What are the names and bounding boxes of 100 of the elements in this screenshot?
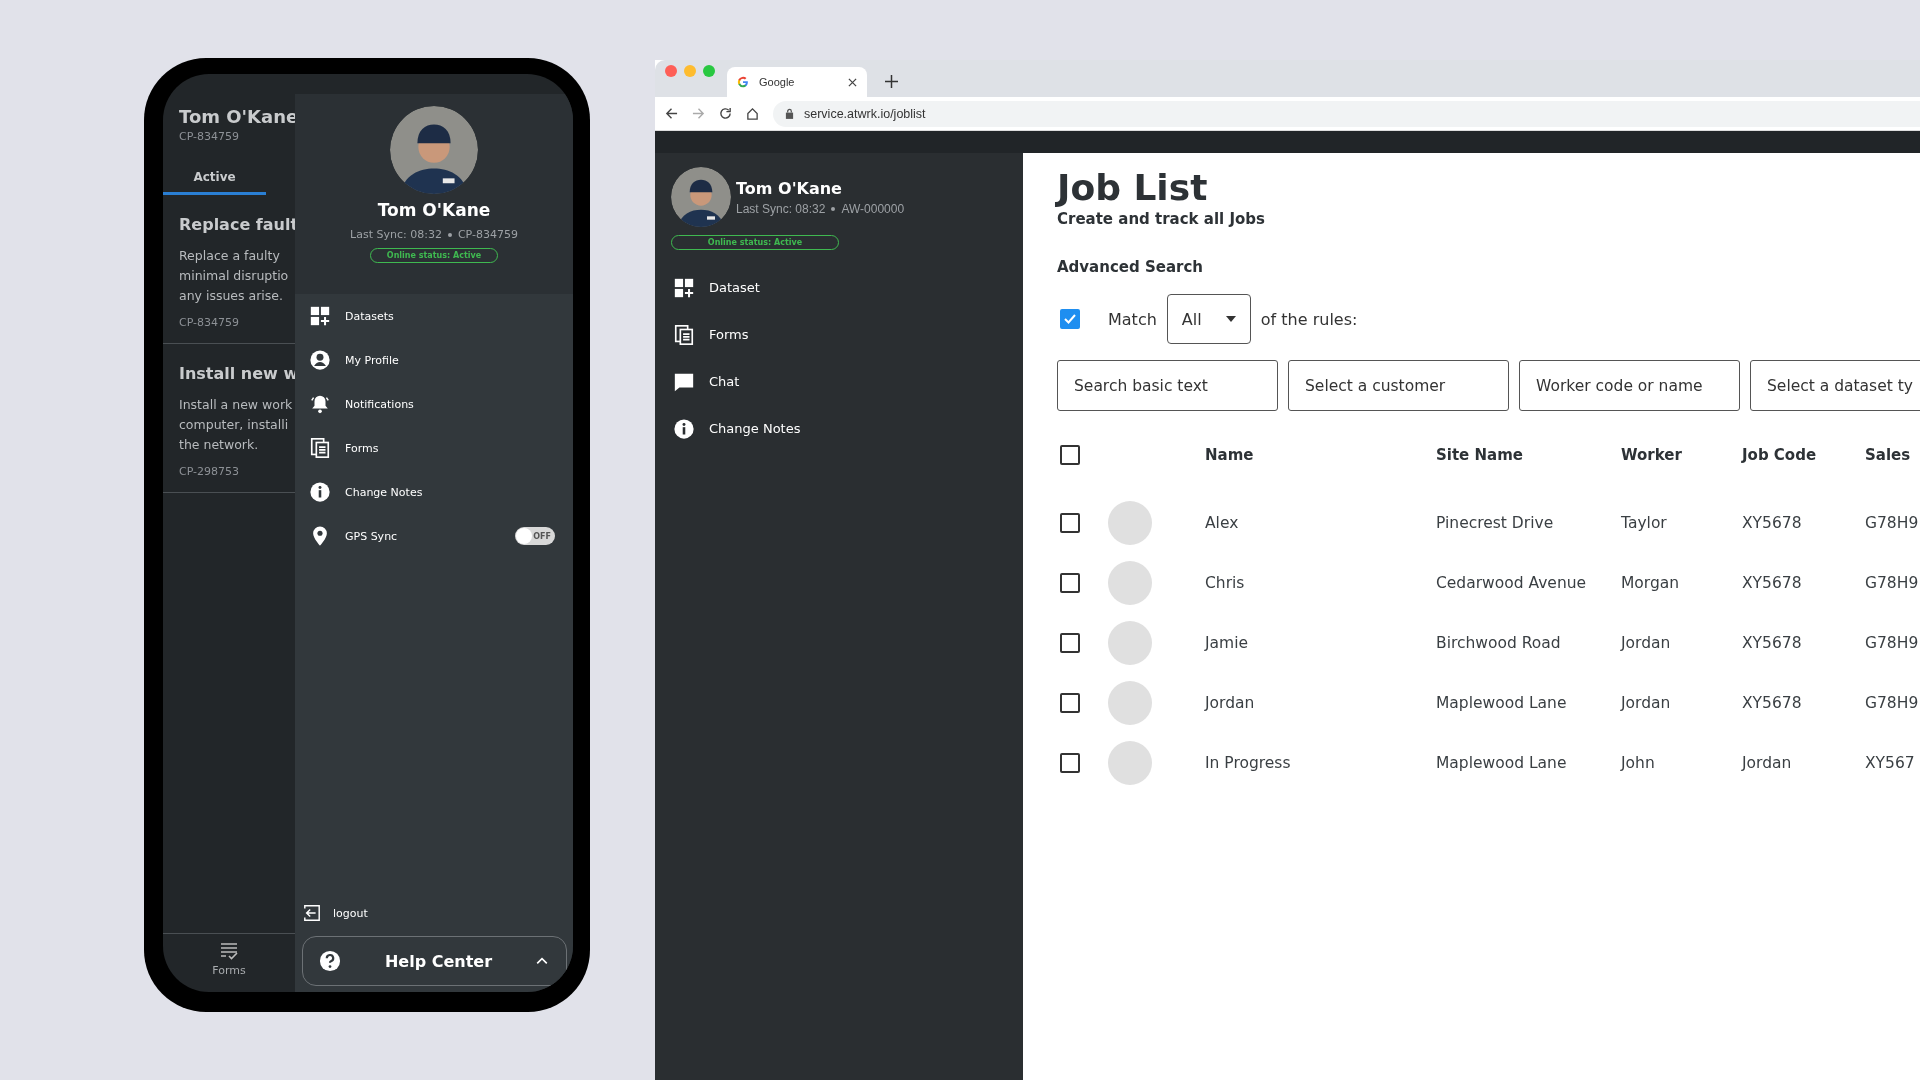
user-code: AW-000000 (841, 201, 905, 216)
row-checkbox[interactable] (1060, 573, 1080, 593)
toggle-switch[interactable]: OFF (515, 527, 555, 545)
user-code: CP-834759 (457, 228, 518, 241)
row-checkbox[interactable] (1060, 693, 1080, 713)
row-checkbox[interactable] (1060, 753, 1080, 773)
menu-item[interactable]: Dataset (709, 280, 760, 295)
help-icon (319, 950, 341, 972)
tab-title: Google (759, 76, 796, 88)
column-header: Worker (1621, 446, 1683, 464)
table-cell-text: XY5678 (1742, 574, 1803, 592)
table-cell-text: Alex (1205, 514, 1240, 532)
home-icon[interactable] (746, 107, 759, 120)
separator-dot (831, 206, 836, 211)
menu-item[interactable]: Notifications (345, 397, 555, 411)
menu-item[interactable]: My Profile (345, 353, 555, 367)
document-icon (309, 437, 331, 459)
person-icon (309, 349, 331, 371)
last-sync-text: Last Sync: 08:32 (736, 201, 826, 216)
table-cell: G78H9 (1865, 574, 1920, 592)
info-icon (309, 481, 331, 503)
caret-down-icon (1225, 316, 1236, 322)
table-cell-text: John (1621, 754, 1656, 772)
checkbox[interactable] (1060, 309, 1080, 329)
job-title: Replace fault (179, 215, 295, 234)
table-cell-text: Taylor (1621, 514, 1668, 532)
table-cell-text: Jamie (1205, 634, 1249, 652)
search-field[interactable]: Select a customer (1288, 360, 1509, 411)
table-cell-text: Jordan (1205, 694, 1256, 712)
table-cell-text: Morgan (1621, 574, 1681, 592)
table-cell-text: XY567 (1865, 754, 1916, 772)
select-all-checkbox[interactable] (1060, 445, 1080, 465)
menu-item[interactable]: Datasets (345, 309, 555, 323)
menu-item[interactable]: Forms (345, 441, 555, 455)
match-dropdown[interactable]: All (1166, 294, 1251, 344)
back-arrow-icon[interactable] (665, 107, 678, 120)
table-cell-text: Jordan (1742, 754, 1793, 772)
grid-plus-icon (673, 276, 695, 299)
bell-icon (309, 393, 331, 415)
job-description: Install a new work (179, 396, 294, 414)
table-cell-text: XY5678 (1742, 634, 1803, 652)
job-code: CP-834759 (179, 316, 241, 329)
row-checkbox[interactable] (1060, 633, 1080, 653)
table-cell-text: Jordan (1621, 634, 1672, 652)
logout-link[interactable]: logout (333, 906, 368, 920)
column-header: Sales (1865, 446, 1912, 464)
table-cell-text: Jordan (1621, 694, 1672, 712)
table-cell-text: Maplewood Lane (1436, 754, 1568, 772)
reload-icon[interactable] (719, 107, 732, 120)
search-field[interactable]: Search basic text (1057, 360, 1278, 411)
search-field[interactable]: Select a dataset ty (1750, 360, 1920, 411)
tab[interactable]: Active (163, 161, 266, 195)
table-cell-text: Birchwood Road (1436, 634, 1562, 652)
separator-dot (447, 232, 452, 237)
table-cell-text: Cedarwood Avenue (1436, 574, 1588, 592)
browser-tab[interactable]: Google (727, 67, 867, 97)
checklist-icon (220, 942, 238, 960)
section-heading: Advanced Search (1057, 258, 1204, 276)
grid-plus-icon (309, 305, 331, 327)
nav-item[interactable]: Forms (206, 934, 252, 992)
new-tab-icon[interactable] (885, 75, 898, 88)
table-cell: G78H9 (1865, 514, 1920, 532)
row-checkbox[interactable] (1060, 513, 1080, 533)
menu-item[interactable]: Chat (709, 374, 740, 389)
lock-icon (785, 108, 794, 119)
address-bar[interactable]: service.atwrk.io/joblist (773, 100, 1920, 127)
close-icon[interactable] (848, 77, 857, 87)
menu-item[interactable]: Forms (709, 327, 749, 342)
help-center-button[interactable]: Help Center (302, 936, 567, 986)
avatar-circle (1108, 561, 1152, 605)
info-icon (673, 417, 695, 440)
table-cell-text: XY5678 (1742, 514, 1803, 532)
setting-label: GPS Sync (345, 529, 399, 543)
google-logo-icon (737, 76, 749, 88)
column-header: Site Name (1436, 446, 1524, 464)
column-header: Job Code (1742, 446, 1818, 464)
job-description: computer, installi (179, 416, 290, 434)
logout-icon (303, 904, 321, 922)
page-subtitle: Create and track all Jobs (1057, 210, 1266, 228)
job-code: CP-298753 (179, 465, 241, 478)
job-description: the network. (179, 436, 260, 454)
checkmark-icon (1063, 312, 1077, 326)
avatar-circle (1108, 501, 1152, 545)
table-cell-text: Chris (1205, 574, 1246, 592)
user-code: CP-834759 (179, 130, 241, 143)
search-field[interactable]: Worker code or name (1519, 360, 1740, 411)
avatar-circle (1108, 741, 1152, 785)
table-cell-text: Maplewood Lane (1436, 694, 1568, 712)
user-name: Tom O'Kane (736, 178, 843, 198)
table-cell: G78H9 (1865, 634, 1920, 652)
document-icon (673, 323, 695, 346)
last-sync-text: Last Sync: 08:32 (350, 228, 442, 241)
job-description: any issues arise. (179, 287, 284, 305)
column-header: Name (1205, 446, 1255, 464)
menu-item[interactable]: Change Notes (345, 485, 555, 499)
menu-item[interactable]: Change Notes (709, 421, 801, 436)
table-cell-text: Pinecrest Drive (1436, 514, 1555, 532)
table-cell-text: In Progress (1205, 754, 1292, 772)
match-suffix: of the rules: (1260, 309, 1358, 329)
chevron-up-icon (536, 957, 548, 965)
